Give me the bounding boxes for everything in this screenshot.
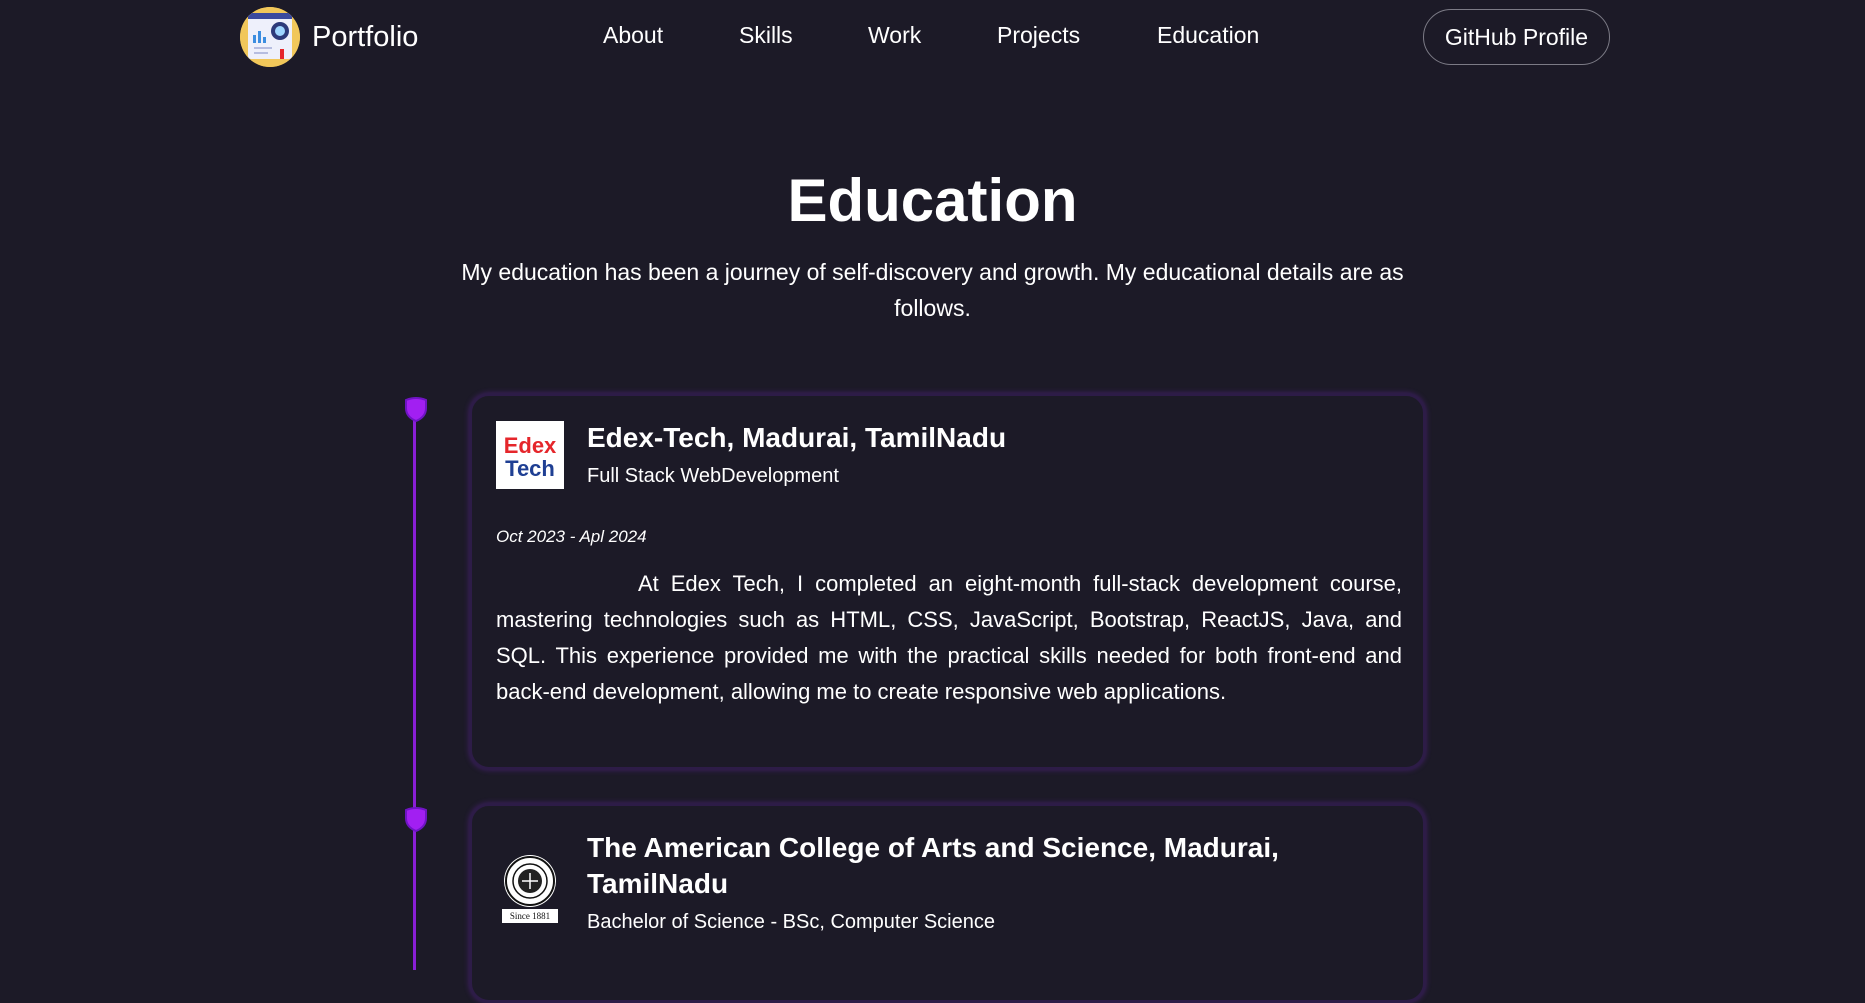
education-card: Edex Tech Edex-Tech, Madurai, TamilNadu … xyxy=(469,393,1426,770)
school-name: Edex-Tech, Madurai, TamilNadu xyxy=(587,422,1007,453)
nav-link-education[interactable]: Education xyxy=(1157,22,1259,49)
timeline-line xyxy=(413,410,416,970)
github-profile-button[interactable]: GitHub Profile xyxy=(1423,9,1610,65)
american-college-seal-logo: Since 1881 xyxy=(496,851,564,923)
svg-text:Since 1881: Since 1881 xyxy=(510,911,550,921)
education-description: At Edex Tech, I completed an eight-month… xyxy=(496,571,1402,704)
nav-link-work[interactable]: Work xyxy=(868,22,921,49)
edex-tech-logo: Edex Tech xyxy=(496,421,564,489)
brand-name: Portfolio xyxy=(312,20,419,53)
school-name: The American College of Arts and Science… xyxy=(587,832,1279,899)
degree: Full Stack WebDevelopment xyxy=(587,465,839,487)
section-title: Education xyxy=(787,167,1078,234)
section-description: My education has been a journey of self-… xyxy=(461,259,1404,321)
svg-text:Edex: Edex xyxy=(504,433,557,458)
nav-link-about[interactable]: About xyxy=(603,22,663,49)
timeline-dot-icon xyxy=(405,397,427,422)
navbar: Portfolio About Skills Work Projects Edu… xyxy=(0,0,1865,74)
brand-logo-icon xyxy=(240,7,300,67)
svg-text:Tech: Tech xyxy=(505,456,555,481)
brand[interactable]: Portfolio xyxy=(240,7,418,67)
nav-link-skills[interactable]: Skills xyxy=(739,22,793,49)
degree: Bachelor of Science - BSc, Computer Scie… xyxy=(587,911,995,933)
education-card: Since 1881 The American College of Arts … xyxy=(469,803,1426,1003)
timeline-dot-icon xyxy=(405,807,427,832)
nav-link-projects[interactable]: Projects xyxy=(997,22,1080,49)
date-range: Oct 2023 - Apl 2024 xyxy=(496,527,647,546)
